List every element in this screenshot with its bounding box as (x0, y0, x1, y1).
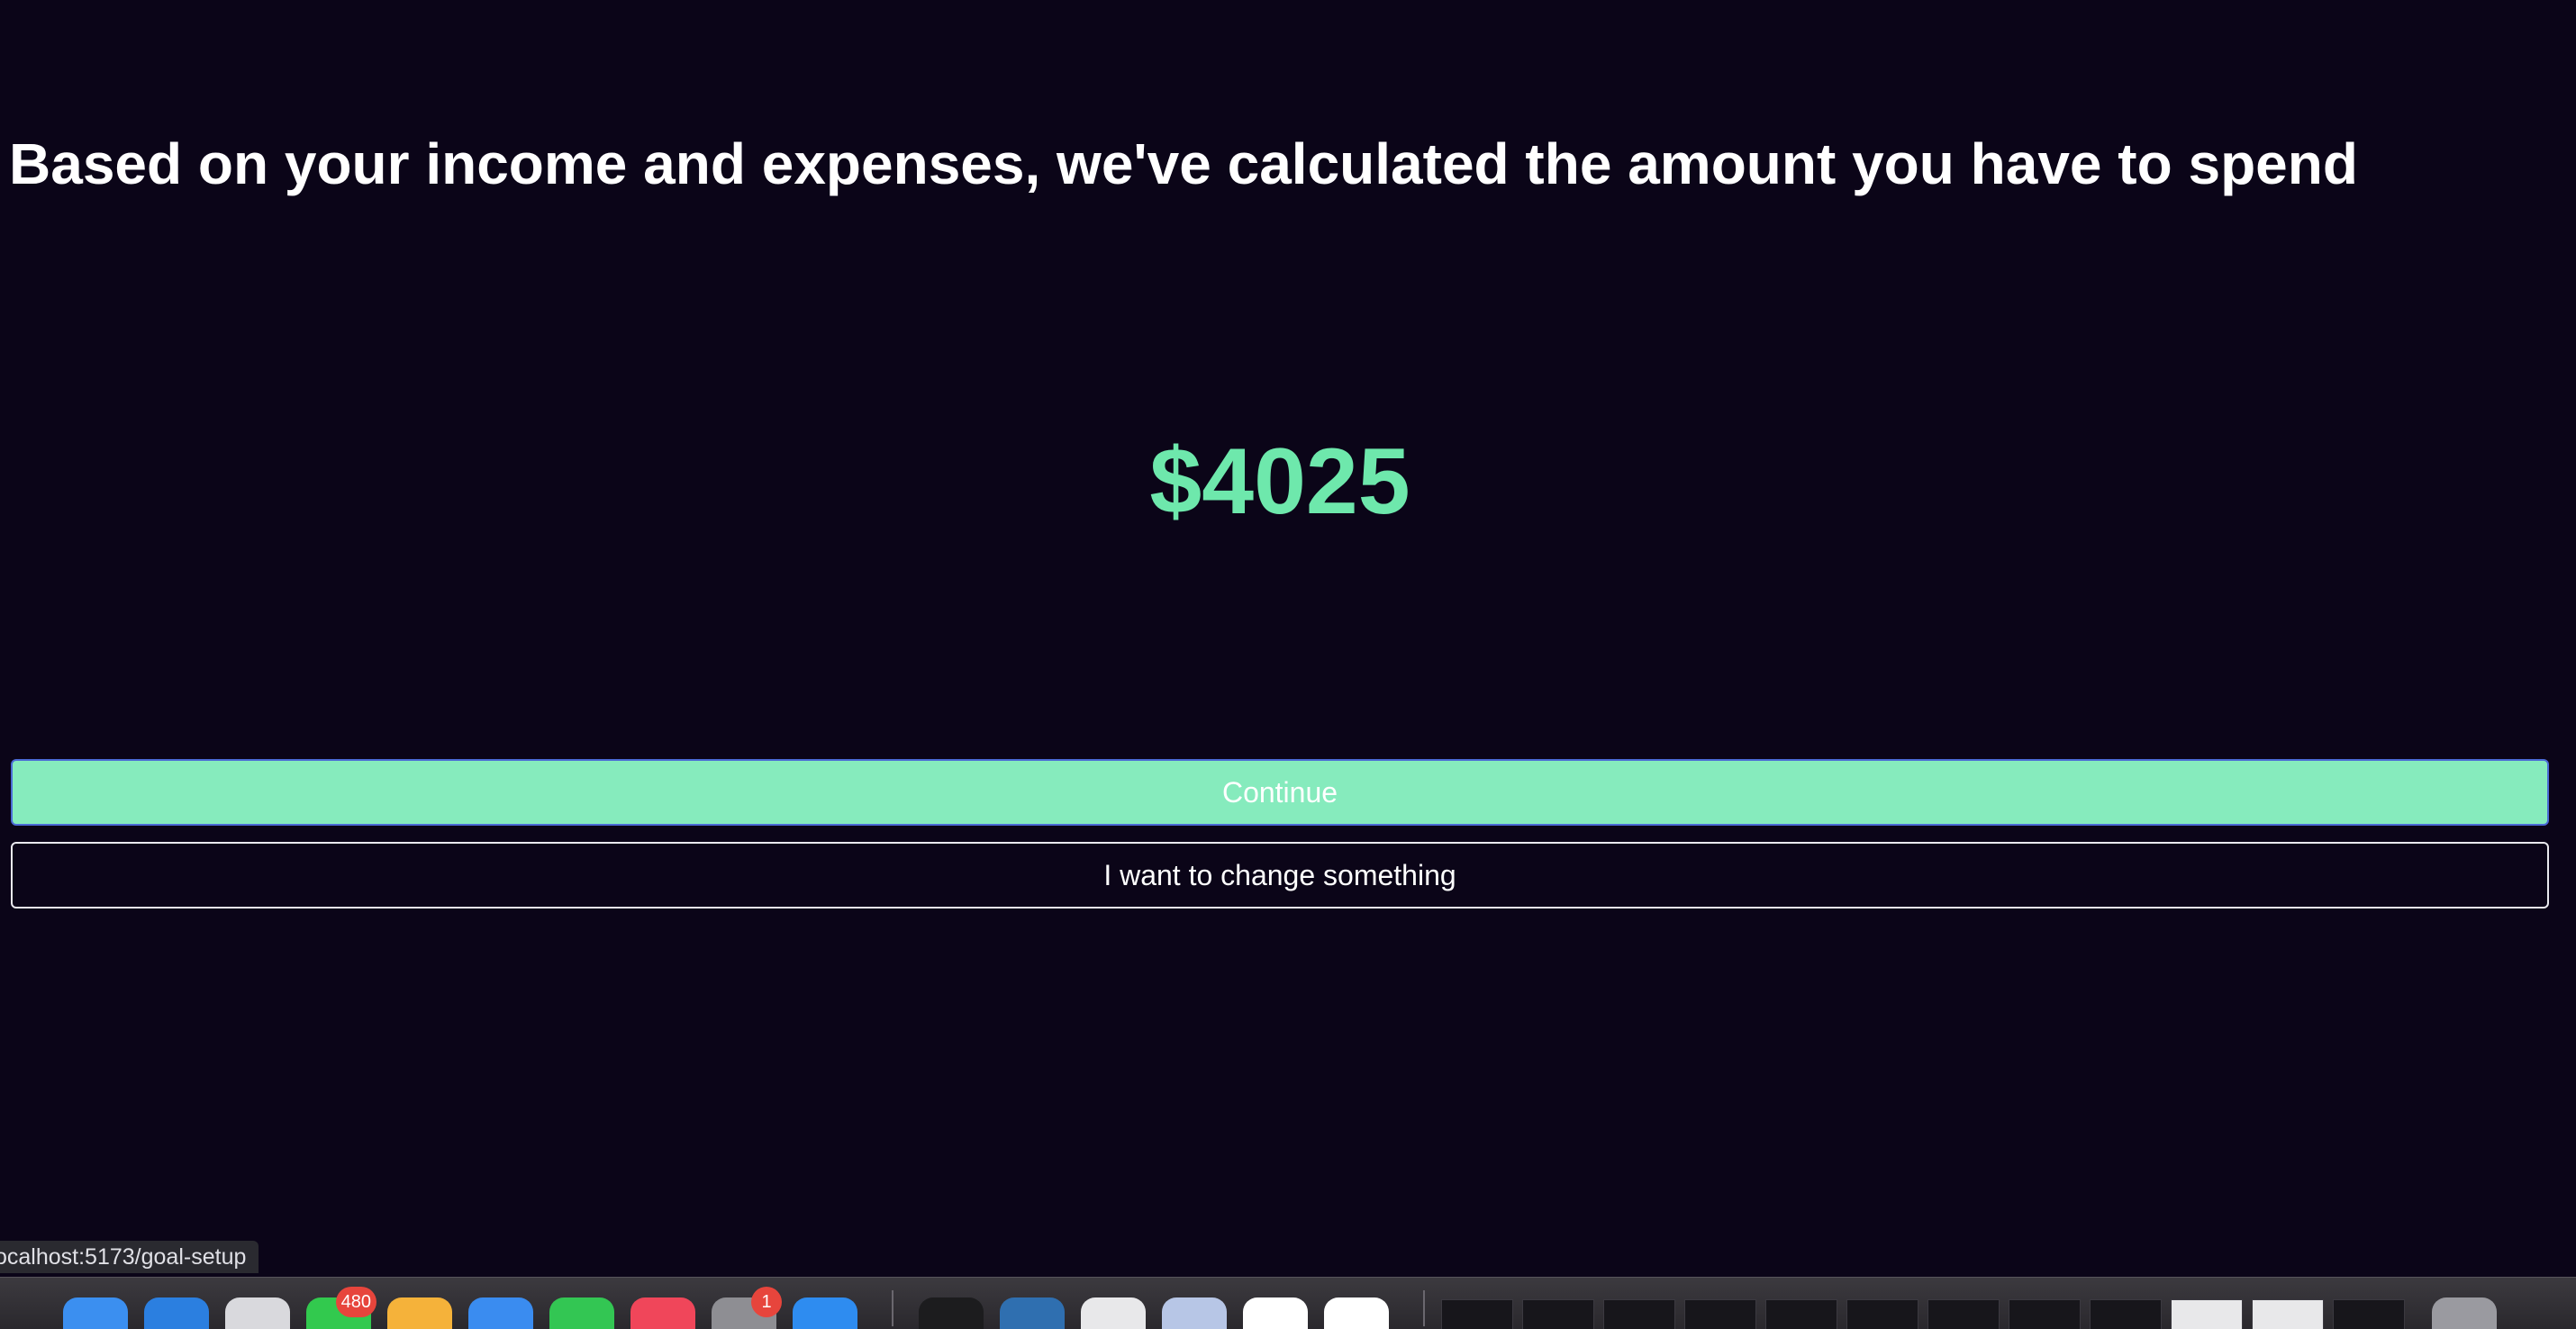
continue-button[interactable]: Continue (11, 759, 2549, 826)
messages-icon[interactable]: 480 (306, 1287, 376, 1329)
window-thumbnail[interactable] (2009, 1299, 2081, 1329)
messages-badge: 480 (335, 1287, 376, 1317)
status-url-text: ocalhost:5173/goal-setup (0, 1244, 247, 1270)
launchpad-icon[interactable] (225, 1297, 290, 1329)
music-icon[interactable] (630, 1297, 695, 1329)
window-thumbnail[interactable] (2252, 1299, 2324, 1329)
safari-icon[interactable] (144, 1297, 209, 1329)
window-thumbnail[interactable] (2171, 1299, 2243, 1329)
dock-separator (892, 1290, 893, 1326)
dock-separator (1423, 1290, 1425, 1326)
window-thumbnail[interactable] (1603, 1299, 1675, 1329)
settings-badge: 1 (751, 1287, 782, 1317)
window-thumbnail[interactable] (1846, 1299, 1918, 1329)
app-store-icon[interactable] (793, 1297, 857, 1329)
terminal-icon[interactable] (919, 1297, 984, 1329)
system-settings-icon[interactable]: 1 (712, 1287, 782, 1329)
word-icon[interactable] (1324, 1297, 1389, 1329)
change-something-button[interactable]: I want to change something (11, 842, 2549, 909)
page: Based on your income and expenses, we've… (0, 0, 2576, 1329)
facetime-icon[interactable] (549, 1297, 614, 1329)
window-thumbnail[interactable] (2090, 1299, 2162, 1329)
preview-icon[interactable] (1162, 1297, 1227, 1329)
trash-icon[interactable] (2432, 1297, 2497, 1329)
link-preview-status: ocalhost:5173/goal-setup (0, 1241, 259, 1273)
mail-icon[interactable] (468, 1297, 533, 1329)
mysql-workbench-icon[interactable] (1000, 1297, 1065, 1329)
window-thumbnail[interactable] (2333, 1299, 2405, 1329)
spend-amount: $4025 (1149, 429, 1410, 534)
chrome-icon[interactable] (1081, 1297, 1146, 1329)
photos-icon[interactable] (387, 1297, 452, 1329)
finder-icon[interactable] (63, 1297, 128, 1329)
window-thumbnail[interactable] (1927, 1299, 2000, 1329)
window-thumbnail[interactable] (1441, 1299, 1513, 1329)
page-headline: Based on your income and expenses, we've… (9, 131, 2358, 196)
window-thumbnail[interactable] (1684, 1299, 1756, 1329)
window-thumbnail[interactable] (1765, 1299, 1837, 1329)
window-thumbnail[interactable] (1522, 1299, 1594, 1329)
window-edge (2563, 0, 2576, 1277)
vscode-icon[interactable] (1243, 1297, 1308, 1329)
macos-dock: 480 1 (0, 1277, 2576, 1329)
